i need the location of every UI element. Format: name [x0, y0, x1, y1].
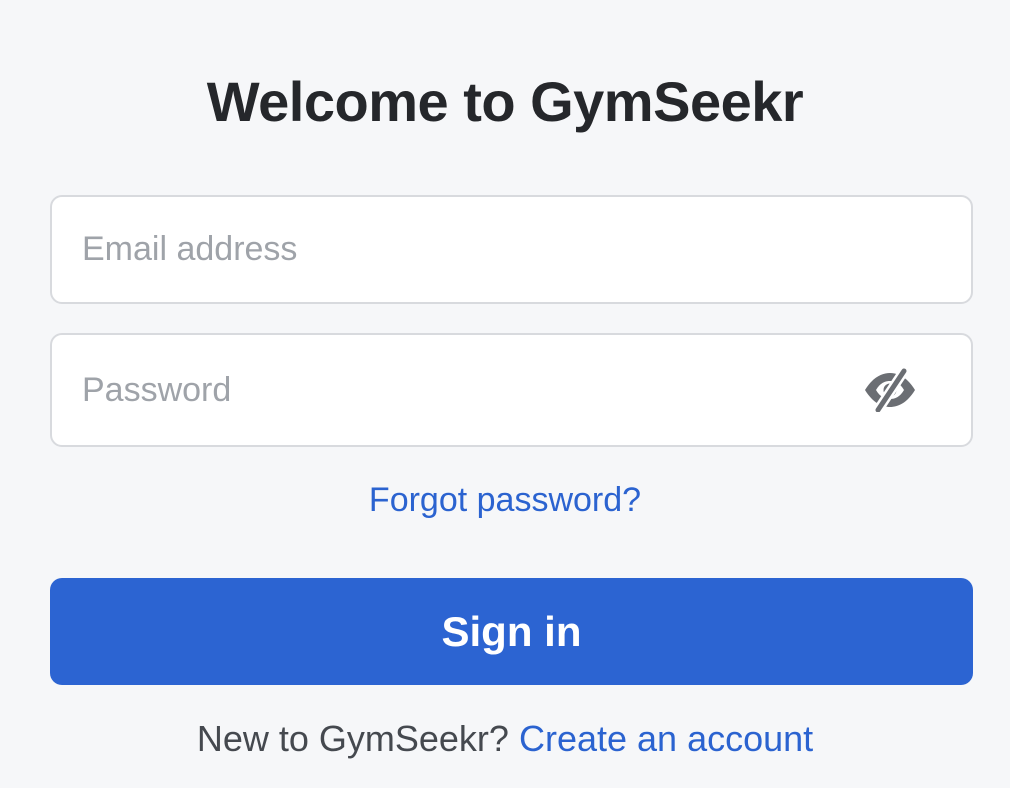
page-title: Welcome to GymSeekr	[206, 70, 804, 133]
sign-in-button[interactable]: Sign in	[50, 578, 973, 685]
password-input[interactable]	[82, 335, 842, 445]
signup-prompt: New to GymSeekr? Create an account	[0, 716, 1010, 762]
signup-prompt-text: New to GymSeekr?	[196, 718, 509, 759]
create-account-link[interactable]: Create an account	[519, 718, 813, 759]
eye-slash-icon	[865, 366, 915, 415]
password-field[interactable]	[50, 333, 973, 447]
show-password-toggle[interactable]	[859, 366, 921, 415]
forgot-password-link[interactable]: Forgot password?	[369, 481, 641, 519]
email-input[interactable]	[82, 197, 942, 302]
forgot-password-row: Forgot password?	[0, 478, 1010, 522]
email-field[interactable]	[50, 195, 973, 304]
